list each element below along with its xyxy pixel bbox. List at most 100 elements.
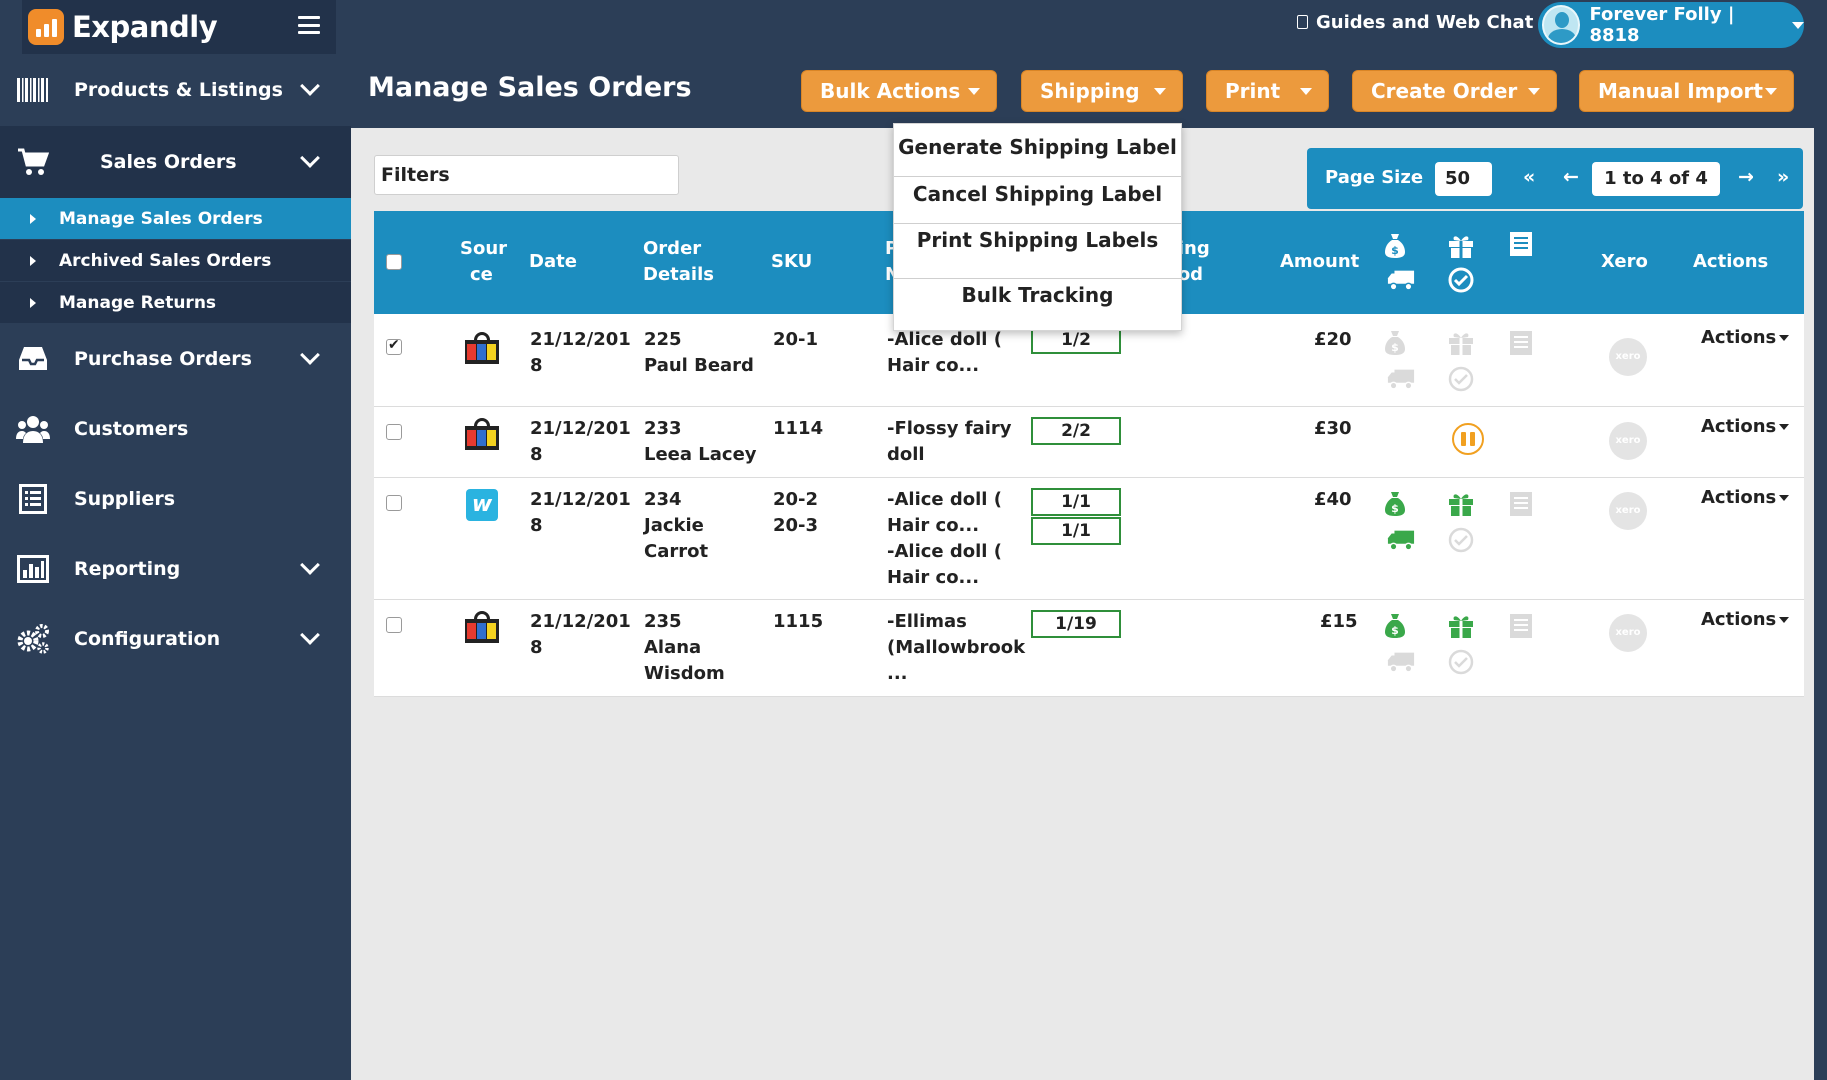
row-checkbox[interactable] bbox=[386, 337, 402, 355]
customer-name: Paul Beard bbox=[644, 355, 754, 376]
shopping-bag-icon bbox=[465, 418, 499, 450]
print-button[interactable]: Print bbox=[1206, 70, 1329, 112]
app-logo[interactable]: Expandly bbox=[22, 0, 336, 54]
prev-page-button[interactable]: ← bbox=[1563, 166, 1579, 188]
row-actions-dropdown[interactable]: Actions bbox=[1701, 609, 1790, 630]
quantity-badge-2: 1/1 bbox=[1031, 517, 1121, 545]
sidebar-item-reporting[interactable]: Reporting bbox=[0, 534, 351, 604]
user-menu[interactable]: Forever Folly | 8818 bbox=[1538, 2, 1804, 48]
actions-label: Actions bbox=[1701, 487, 1777, 508]
create-order-button[interactable]: Create Order bbox=[1352, 70, 1557, 112]
hamburger-menu-icon[interactable] bbox=[298, 16, 320, 34]
sidebar-item-products-listings[interactable]: Products & Listings bbox=[0, 54, 351, 126]
xero-button[interactable]: xero bbox=[1609, 338, 1647, 376]
gift-icon[interactable] bbox=[1447, 613, 1475, 639]
sidebar-subitem-label: Manage Sales Orders bbox=[59, 208, 263, 229]
sidebar-subitem-manage-returns[interactable]: Manage Returns bbox=[0, 282, 351, 323]
on-hold-pause-icon[interactable] bbox=[1452, 423, 1484, 455]
quantity-badge: 2/2 bbox=[1031, 417, 1121, 445]
sidebar-subitem-manage-sales-orders[interactable]: Manage Sales Orders bbox=[0, 198, 351, 239]
users-icon bbox=[16, 412, 50, 446]
order-date: 21/12/201 bbox=[530, 329, 631, 350]
order-date: 21/12/201 bbox=[530, 489, 631, 510]
caret-down-icon bbox=[1779, 334, 1790, 341]
first-page-button[interactable]: « bbox=[1523, 166, 1535, 188]
menu-item-cancel-shipping-label[interactable]: Cancel Shipping Label bbox=[894, 171, 1181, 217]
row-actions-dropdown[interactable]: Actions bbox=[1701, 416, 1790, 437]
last-page-button[interactable]: » bbox=[1777, 166, 1789, 188]
button-label: Shipping bbox=[1040, 79, 1140, 103]
actions-label: Actions bbox=[1701, 609, 1777, 630]
row-checkbox[interactable] bbox=[386, 495, 402, 511]
guides-link[interactable]: Guides and Web Chat bbox=[1297, 10, 1533, 34]
header-amount[interactable]: Amount bbox=[1280, 249, 1359, 275]
gears-icon bbox=[16, 622, 50, 656]
money-bag-icon[interactable]: $ bbox=[1381, 613, 1409, 639]
table-row[interactable]: 21/12/201 8 235 Alana Wisdom 1115 -Ellim… bbox=[374, 600, 1804, 697]
truck-icon[interactable] bbox=[1387, 527, 1415, 553]
bulk-actions-button[interactable]: Bulk Actions bbox=[801, 70, 997, 112]
menu-item-generate-shipping-label[interactable]: Generate Shipping Label bbox=[894, 124, 1181, 170]
header-date[interactable]: Date bbox=[529, 249, 577, 275]
header-order-2: Details bbox=[643, 264, 714, 285]
order-number[interactable]: 233 bbox=[644, 416, 682, 442]
chevron-down-icon bbox=[1154, 87, 1166, 95]
money-bag-icon[interactable]: $ bbox=[1381, 491, 1409, 517]
caret-down-icon bbox=[1779, 494, 1790, 501]
filters-input[interactable] bbox=[374, 155, 679, 195]
chevron-down-icon bbox=[300, 148, 320, 168]
sidebar-subitem-archived-sales-orders[interactable]: Archived Sales Orders bbox=[0, 240, 351, 281]
header-source-2: ce bbox=[470, 264, 493, 285]
top-bar: Expandly Guides and Web Chat Forever Fol… bbox=[0, 0, 1827, 54]
customer-name-cont: Wisdom bbox=[644, 663, 725, 684]
menu-item-print-shipping-labels[interactable]: Print Shipping Labels bbox=[894, 217, 1181, 263]
manual-import-button[interactable]: Manual Import bbox=[1579, 70, 1794, 112]
row-actions-dropdown[interactable]: Actions bbox=[1701, 327, 1790, 348]
order-number[interactable]: 235 bbox=[644, 609, 682, 635]
order-date: 21/12/201 bbox=[530, 418, 631, 439]
chevron-down-icon bbox=[1792, 21, 1804, 29]
product-name: -Ellimas bbox=[887, 611, 967, 632]
money-bag-icon: $ bbox=[1381, 233, 1409, 259]
menu-item-bulk-tracking[interactable]: Bulk Tracking bbox=[894, 272, 1181, 318]
sidebar-item-sales-orders[interactable]: Sales Orders bbox=[0, 126, 351, 198]
row-checkbox[interactable] bbox=[386, 617, 402, 633]
select-all-checkbox[interactable] bbox=[386, 254, 402, 270]
chevron-down-icon bbox=[1765, 87, 1777, 95]
page-size-input[interactable]: 50 bbox=[1435, 162, 1492, 196]
sidebar-item-configuration[interactable]: Configuration bbox=[0, 604, 351, 674]
chevron-down-icon bbox=[1300, 87, 1312, 95]
row-checkbox[interactable] bbox=[386, 424, 402, 440]
gift-icon bbox=[1447, 330, 1475, 356]
user-name: Forever Folly | 8818 bbox=[1589, 4, 1735, 46]
gift-icon[interactable] bbox=[1447, 491, 1475, 517]
quantity-badge: 1/19 bbox=[1031, 610, 1121, 638]
invoice-icon bbox=[1507, 613, 1535, 639]
table-row[interactable]: w 21/12/201 8 234 Jackie Carrot 20-2 20-… bbox=[374, 478, 1804, 600]
row-actions-dropdown[interactable]: Actions bbox=[1701, 487, 1790, 508]
chevron-down-icon bbox=[1528, 87, 1540, 95]
order-number[interactable]: 225 bbox=[644, 327, 682, 353]
xero-button[interactable]: xero bbox=[1609, 614, 1647, 652]
header-actions: Actions bbox=[1693, 251, 1769, 272]
xero-button[interactable]: xero bbox=[1609, 492, 1647, 530]
sidebar-item-suppliers[interactable]: Suppliers bbox=[0, 464, 351, 534]
header-sku[interactable]: SKU bbox=[771, 249, 812, 275]
order-number[interactable]: 234 bbox=[644, 487, 682, 513]
actions-label: Actions bbox=[1701, 416, 1777, 437]
xero-button[interactable]: xero bbox=[1609, 422, 1647, 460]
header-order-1: Order bbox=[643, 238, 702, 259]
pagination: Page Size 50 « ← 1 to 4 of 4 → » bbox=[1307, 148, 1803, 209]
sku-value: 20-2 bbox=[773, 489, 819, 510]
table-row[interactable]: 21/12/201 8 233 Leea Lacey 1114 -Flossy … bbox=[374, 407, 1804, 478]
guides-label: Guides and Web Chat bbox=[1316, 11, 1534, 33]
caret-down-icon bbox=[1779, 616, 1790, 623]
next-page-button[interactable]: → bbox=[1738, 166, 1754, 188]
sidebar-item-purchase-orders[interactable]: Purchase Orders bbox=[0, 324, 351, 394]
sku-value-2: 20-3 bbox=[773, 515, 819, 536]
caret-right-icon bbox=[30, 255, 36, 266]
sku-value: 1114 bbox=[773, 418, 824, 439]
shipping-button[interactable]: Shipping bbox=[1021, 70, 1183, 112]
sidebar-item-customers[interactable]: Customers bbox=[0, 394, 351, 464]
sidebar-subitem-label: Manage Returns bbox=[59, 292, 217, 313]
